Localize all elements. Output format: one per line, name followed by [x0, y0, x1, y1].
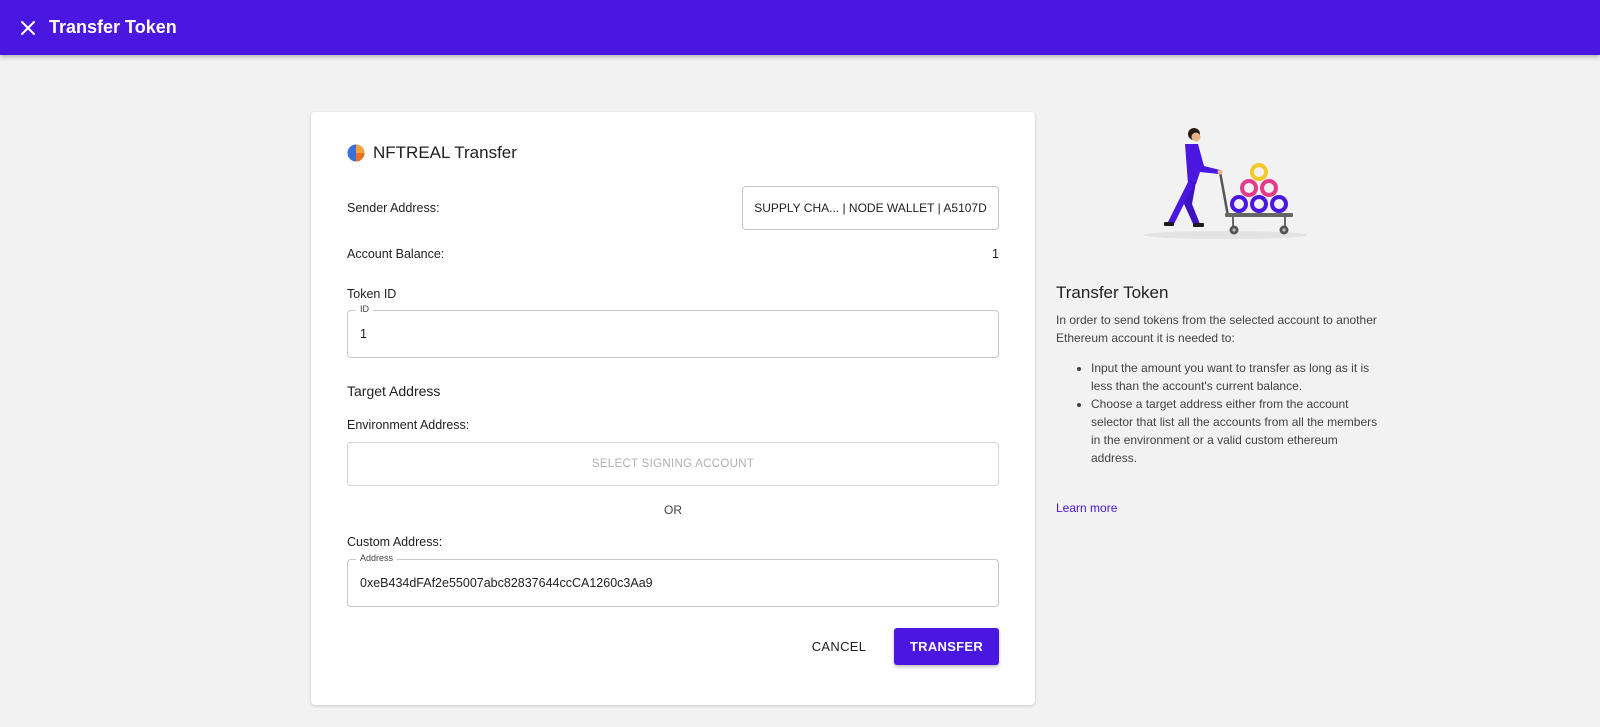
- help-intro: In order to send tokens from the selecte…: [1056, 313, 1377, 345]
- custom-address-value: 0xeB434dFAf2e55007abc82837644ccCA1260c3A…: [360, 576, 653, 590]
- person-pushing-cart-illustration: [1143, 128, 1307, 239]
- app-bar: Transfer Token: [0, 0, 1600, 55]
- target-address-heading: Target Address: [347, 383, 441, 399]
- or-divider: OR: [664, 503, 682, 517]
- token-id-legend: ID: [356, 304, 373, 314]
- form-title: NFTREAL Transfer: [373, 143, 517, 162]
- custom-address-input[interactable]: Address 0xeB434dFAf2e55007abc82837644ccC…: [347, 553, 999, 607]
- form-header: NFTREAL Transfer: [347, 143, 517, 163]
- account-balance-label: Account Balance:: [347, 247, 445, 261]
- custom-address-label: Custom Address:: [347, 535, 443, 549]
- token-id-input[interactable]: ID 1: [347, 304, 999, 358]
- list-item: Choose a target address either from the …: [1091, 395, 1386, 467]
- token-id-label: Token ID: [347, 287, 397, 301]
- select-signing-account-button[interactable]: SELECT SIGNING ACCOUNT: [347, 442, 999, 486]
- page-title: Transfer Token: [49, 17, 177, 37]
- token-icon: [347, 144, 365, 162]
- sender-address-label: Sender Address:: [347, 201, 440, 215]
- custom-address-legend: Address: [356, 553, 398, 563]
- transfer-button[interactable]: TRANSFER: [894, 628, 999, 665]
- list-item: Input the amount you want to transfer as…: [1091, 359, 1386, 395]
- transfer-form-card: NFTREAL Transfer Sender Address: SUPPLY …: [311, 112, 1035, 705]
- token-id-value: 1: [360, 327, 367, 341]
- close-icon[interactable]: [17, 17, 39, 39]
- learn-more-link[interactable]: Learn more: [1056, 501, 1117, 515]
- environment-address-label: Environment Address:: [347, 418, 470, 432]
- help-title: Transfer Token: [1056, 283, 1169, 302]
- help-bullet-list: Input the amount you want to transfer as…: [1056, 359, 1386, 467]
- account-balance-value: 1: [992, 247, 999, 261]
- sender-address-select[interactable]: SUPPLY CHA... | NODE WALLET | A5107D: [742, 186, 999, 230]
- cancel-button[interactable]: CANCEL: [803, 628, 875, 664]
